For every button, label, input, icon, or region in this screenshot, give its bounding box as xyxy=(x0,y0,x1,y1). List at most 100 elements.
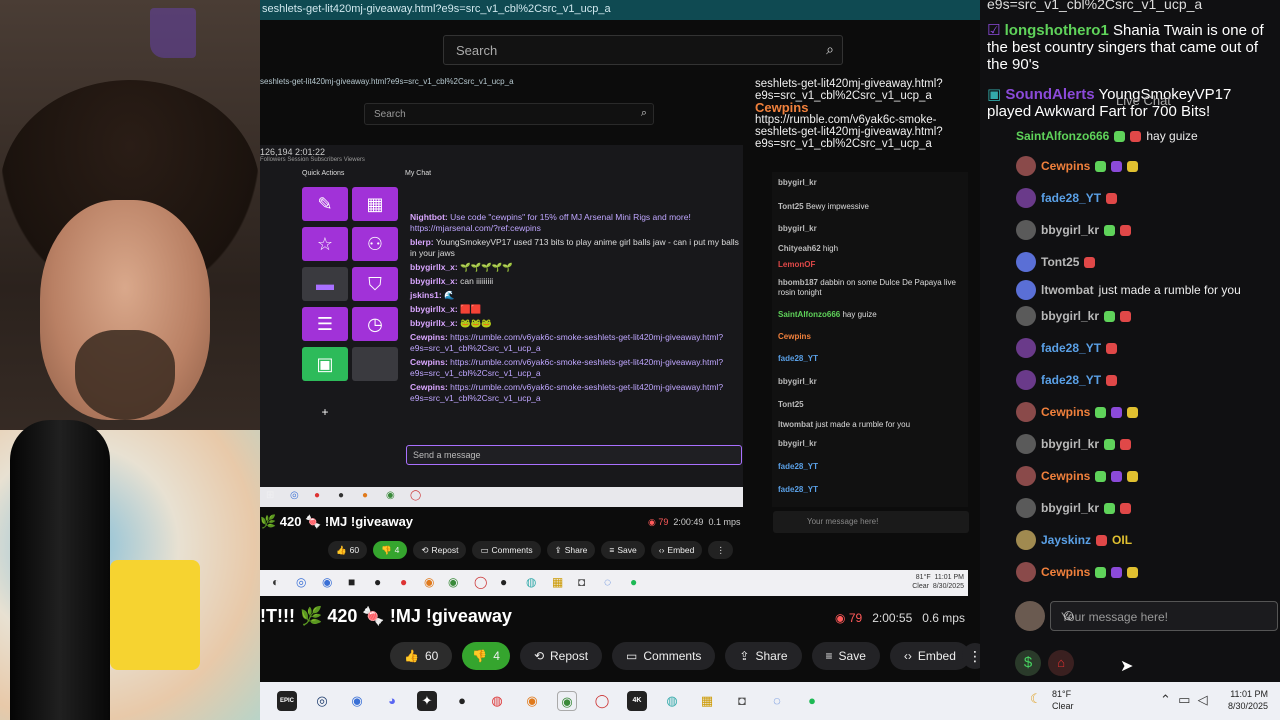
avatar[interactable] xyxy=(1016,402,1036,422)
save-button[interactable]: ≡ Save xyxy=(811,642,880,670)
chat-username[interactable]: bbygirl_kr xyxy=(1041,223,1099,237)
inner-chat-row-msg: just made a rumble for you xyxy=(815,420,911,429)
weather-temp: 81°F xyxy=(1052,689,1072,699)
steam-icon[interactable]: ◎ xyxy=(312,691,332,711)
avatar[interactable] xyxy=(1016,252,1036,272)
gift-button[interactable]: ⌂ xyxy=(1048,650,1074,676)
chat-line: Cewpins: https://rumble.com/v6yak6c-smok… xyxy=(410,332,742,354)
app-icon[interactable]: ✦ xyxy=(417,691,437,711)
app-icon[interactable]: ◍ xyxy=(487,691,507,711)
network-icon[interactable]: ▭ xyxy=(1178,692,1190,707)
inner-stats: 126,194 2:01:22 Followers Session Subscr… xyxy=(260,147,420,165)
chat-user: bbygirllx_x: xyxy=(410,276,458,286)
add-user-icon: ⚇ xyxy=(366,233,384,254)
chat-username[interactable]: ltwombat xyxy=(1041,283,1094,297)
inner-send-message-input: Send a message xyxy=(406,445,742,465)
badge-icon xyxy=(1104,224,1116,236)
camera-icon[interactable]: ◘ xyxy=(732,691,752,711)
weather-widget[interactable]: 81°F Clear xyxy=(1052,688,1074,712)
avatar[interactable] xyxy=(1016,338,1036,358)
embed-button[interactable]: ‹› Embed xyxy=(889,642,970,670)
badge-icon xyxy=(1127,470,1139,482)
chat-username[interactable]: Cewpins xyxy=(1041,405,1090,419)
chat-username[interactable]: Cewpins xyxy=(1041,565,1090,579)
avatar[interactable] xyxy=(1016,280,1036,300)
spotify-icon[interactable]: ● xyxy=(802,691,822,711)
epic-games-icon[interactable]: EPIC xyxy=(277,691,297,711)
opera-icon[interactable]: ◯ xyxy=(592,691,612,711)
obs-icon[interactable]: ● xyxy=(452,691,472,711)
chat-text: 🌊 xyxy=(444,290,455,300)
chat-username[interactable]: Cewpins xyxy=(1041,469,1090,483)
inner-url-bar: seshlets-get-lit420mj-giveaway.html?e9s=… xyxy=(260,76,750,90)
chrome-icon: ◉ xyxy=(448,575,459,589)
start-icon: ⊞ xyxy=(266,490,275,501)
emoji-icon[interactable]: ☺ xyxy=(1061,607,1273,624)
avatar[interactable] xyxy=(1016,466,1036,486)
like-button[interactable]: 👍 60 xyxy=(390,642,453,670)
4k-app-icon[interactable]: 4K xyxy=(627,691,647,711)
clock[interactable]: 11:01 PM 8/30/2025 xyxy=(1228,688,1268,712)
speaker-icon[interactable]: ◁ xyxy=(1198,692,1208,707)
inner-comments-button: ▭ Comments xyxy=(472,541,541,559)
chat-text: https://rumble.com/v6yak6c-smoke-seshlet… xyxy=(410,332,724,353)
chat-username[interactable]: fade28_YT xyxy=(1041,341,1101,355)
app-icon[interactable]: ◌ xyxy=(767,691,787,711)
avatar[interactable] xyxy=(1016,156,1036,176)
discord-icon[interactable]: ◕ xyxy=(382,691,402,711)
chat-username[interactable]: fade28_YT xyxy=(1041,191,1101,205)
quick-action-ad: ▣ xyxy=(302,347,348,381)
embed-icon: ‹› xyxy=(658,545,665,555)
badge-icon xyxy=(1106,192,1118,204)
avatar[interactable] xyxy=(1016,370,1036,390)
avatar[interactable] xyxy=(1016,530,1036,550)
url-bar[interactable]: seshlets-get-lit420mj-giveaway.html?e9s=… xyxy=(260,0,980,20)
chat-line: blerp: YoungSmokeyVP17 used 713 bits to … xyxy=(410,237,742,259)
inner-send-placeholder: Send a message xyxy=(413,450,481,460)
broadcast-icon: ⛉ xyxy=(368,273,382,294)
chat-message-input[interactable]: Your message here! ☺ xyxy=(1050,601,1278,631)
chat-username[interactable]: bbygirl_kr xyxy=(1041,501,1099,515)
avatar[interactable] xyxy=(1016,188,1036,208)
inner-uptime: 2:00:49 xyxy=(673,517,704,527)
chat-line: bbygirllx_x: can iiiiiiiii xyxy=(410,276,742,287)
inner-chat-row-user: LemonOF xyxy=(778,260,816,269)
chevron-up-icon[interactable]: ⌃ xyxy=(1160,692,1171,707)
firefox-icon[interactable]: ◉ xyxy=(522,691,542,711)
chat-username[interactable]: fade28_YT xyxy=(1041,373,1101,387)
inner-stats-values: 126,194 2:01:22 xyxy=(260,147,326,157)
chat-username[interactable]: bbygirl_kr xyxy=(1041,437,1099,451)
repost-button[interactable]: ⟲ Repost xyxy=(519,642,603,670)
save-icon: ≡ xyxy=(609,545,615,555)
avatar[interactable] xyxy=(1016,220,1036,240)
chat-username[interactable]: Jayskinz xyxy=(1041,533,1091,547)
app-icon: ● xyxy=(314,490,321,501)
app-icon[interactable]: ◉ xyxy=(347,691,367,711)
system-tray[interactable]: ⌃ ▭ ◁ xyxy=(1160,692,1208,708)
chat-username[interactable]: SaintAlfonzo666 xyxy=(1016,129,1109,143)
chat-username[interactable]: Cewpins xyxy=(1041,159,1090,173)
avatar[interactable] xyxy=(1016,562,1036,582)
layers-icon: ☰ xyxy=(316,313,334,334)
rant-button[interactable]: $ xyxy=(1015,650,1041,676)
badge-icon xyxy=(1127,160,1139,172)
share-button[interactable]: ⇪ Share xyxy=(725,642,802,670)
chrome-icon[interactable]: ◉ xyxy=(557,691,577,711)
avatar[interactable] xyxy=(1016,498,1036,518)
app-icon: ● xyxy=(500,575,508,589)
chat-text: 🌱🌱🌱🌱🌱 xyxy=(460,262,514,272)
comments-button[interactable]: ▭ Comments xyxy=(612,642,716,670)
chat-username[interactable]: bbygirl_kr xyxy=(1041,309,1099,323)
avatar[interactable] xyxy=(1016,434,1036,454)
inner-chat-row-user: Tont25 xyxy=(778,202,804,211)
avatar[interactable] xyxy=(1016,306,1036,326)
app-icon[interactable]: ▦ xyxy=(697,691,717,711)
search-icon[interactable]: ⌕ xyxy=(826,41,834,58)
search-input[interactable]: Search ⌕ xyxy=(443,35,843,65)
dislike-button[interactable]: 👎 4 xyxy=(462,642,510,670)
app-icon[interactable]: ◍ xyxy=(662,691,682,711)
user-avatar[interactable] xyxy=(1015,601,1045,631)
chat-username[interactable]: Tont25 xyxy=(1041,255,1079,269)
chat-line: Cewpins: https://rumble.com/v6yak6c-smok… xyxy=(410,382,742,404)
stream-uptime: 2:00:55 xyxy=(872,611,913,625)
